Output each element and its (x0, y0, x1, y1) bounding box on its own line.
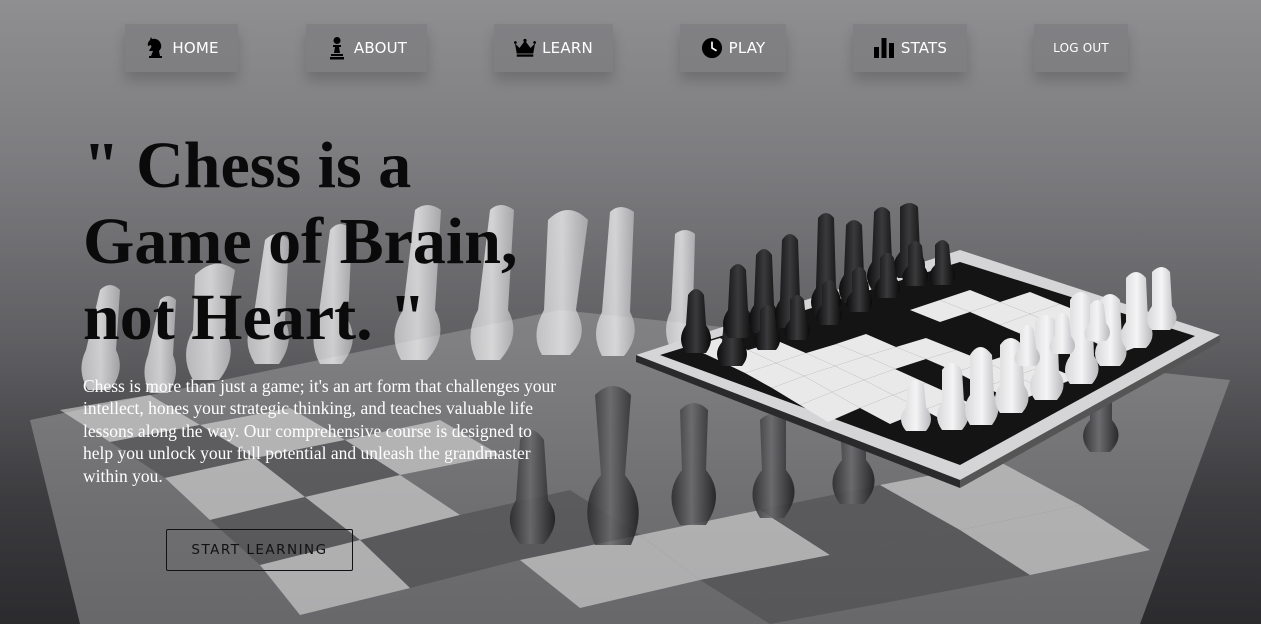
nav-home-label: HOME (172, 39, 219, 57)
nav-play-label: PLAY (728, 39, 766, 57)
crown-icon (514, 37, 537, 59)
hero-headline-line-1: " Chess is a (83, 129, 412, 202)
chess-knight-icon (144, 37, 166, 59)
nav-about-button[interactable]: ABOUT (306, 24, 427, 72)
nav-stats-button[interactable]: STATS (853, 24, 967, 72)
bar-chart-icon (873, 37, 895, 59)
hero-headline-line-2: Game of Brain, (83, 205, 518, 278)
hero-description: Chess is more than just a game; it's an … (83, 376, 557, 486)
nav-about-label: ABOUT (353, 39, 408, 57)
hero-headline: " Chess is a Game of Brain, not Heart. " (83, 128, 603, 356)
logout-button[interactable]: LOG OUT (1034, 24, 1128, 72)
chess-pawn-icon (326, 37, 348, 60)
nav-learn-button[interactable]: LEARN (494, 24, 613, 72)
clock-icon (701, 37, 723, 59)
start-learning-label: START LEARNING (191, 542, 328, 558)
logout-label: LOG OUT (1053, 41, 1109, 55)
nav-learn-label: LEARN (542, 39, 593, 57)
hero-headline-line-3: not Heart. " (83, 281, 426, 354)
start-learning-button[interactable]: START LEARNING (166, 529, 353, 571)
nav-home-button[interactable]: HOME (125, 24, 238, 72)
nav-play-button[interactable]: PLAY (680, 24, 786, 72)
nav-stats-label: STATS (900, 39, 948, 57)
